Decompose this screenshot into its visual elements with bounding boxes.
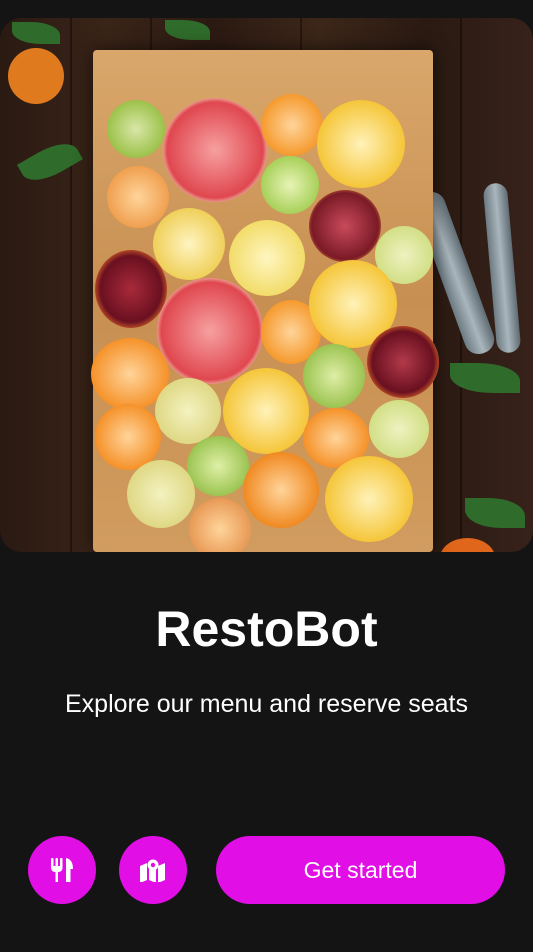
menu-button[interactable] xyxy=(28,836,96,904)
fork-knife-icon xyxy=(51,858,73,882)
map-icon xyxy=(140,859,165,882)
hero-image xyxy=(0,18,533,552)
get-started-button[interactable]: Get started xyxy=(216,836,505,904)
app-subtitle: Explore our menu and reserve seats xyxy=(65,690,468,718)
map-button[interactable] xyxy=(119,836,187,904)
app-title: RestoBot xyxy=(155,601,378,657)
